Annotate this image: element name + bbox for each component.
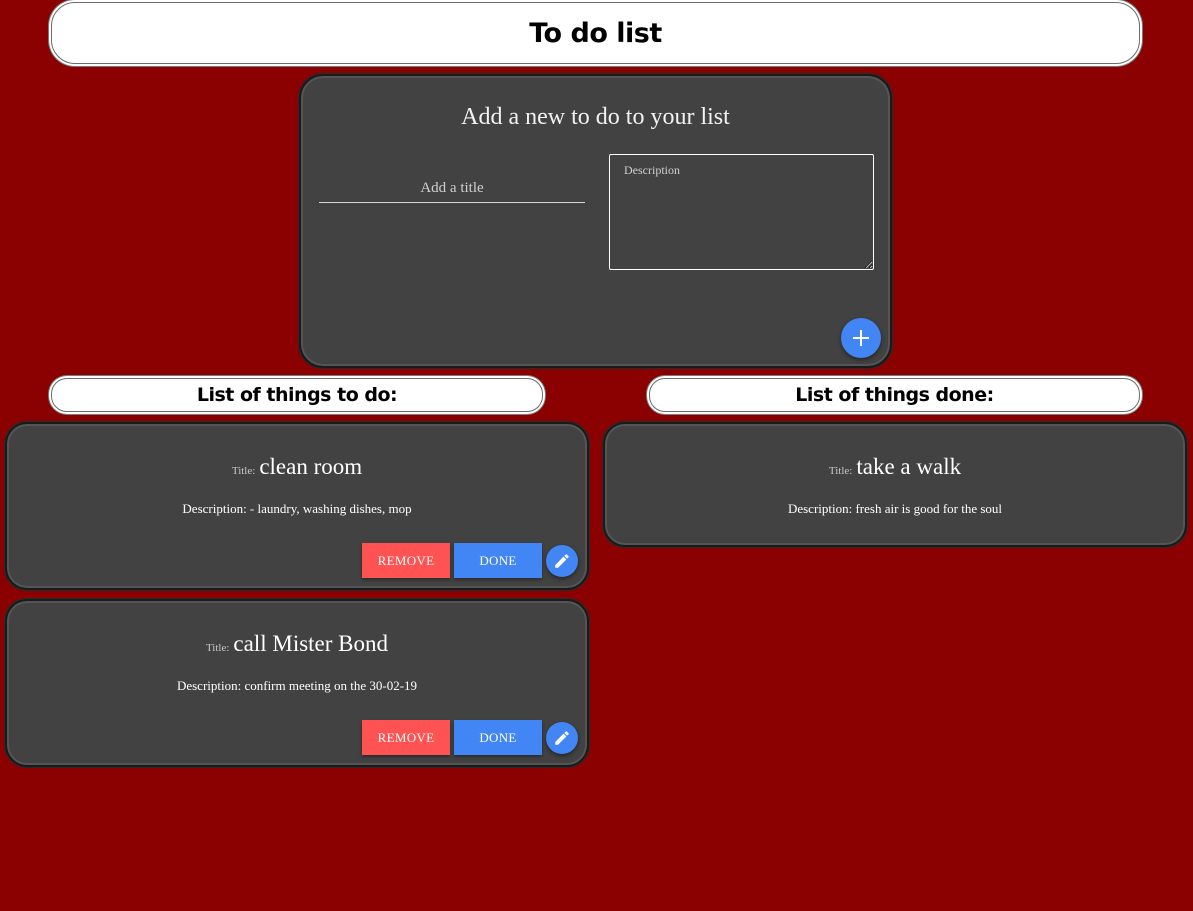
todo-title: clean room <box>259 454 363 479</box>
done-description: Description: fresh air is good for the s… <box>787 501 1003 516</box>
pencil-icon <box>555 731 569 745</box>
todo-list-header: List of things to do: <box>51 378 543 412</box>
todo-description: Description: - laundry, washing dishes, … <box>182 501 412 516</box>
done-title-line: Title: take a walk <box>605 454 1185 480</box>
done-button[interactable]: DONE <box>454 720 542 755</box>
add-todo-heading: Add a new to do to your list <box>461 104 730 130</box>
add-todo-card: Add a new to do to your list <box>299 74 892 368</box>
todo-title-line: Title: call Mister Bond <box>7 631 587 657</box>
remove-button[interactable]: REMOVE <box>362 720 450 755</box>
add-todo-button[interactable] <box>841 318 881 358</box>
plus-icon <box>853 330 869 346</box>
todo-title: call Mister Bond <box>233 631 389 656</box>
done-item: Title: take a walk Description: fresh ai… <box>603 422 1187 547</box>
app-title: To do list <box>51 2 1140 64</box>
todo-description: Description: confirm meeting on the 30-0… <box>176 678 418 693</box>
description-textarea[interactable] <box>609 154 874 270</box>
title-input[interactable] <box>319 174 585 203</box>
done-title: take a walk <box>856 454 962 479</box>
edit-button[interactable] <box>546 722 578 754</box>
pencil-icon <box>555 554 569 568</box>
todo-title-line: Title: clean room <box>7 454 587 480</box>
done-button[interactable]: DONE <box>454 543 542 578</box>
remove-button[interactable]: REMOVE <box>362 543 450 578</box>
todo-item: Title: call Mister Bond Description: con… <box>5 599 589 767</box>
title-label: Title: <box>205 642 230 654</box>
title-label: Title: <box>231 465 256 477</box>
done-list-header: List of things done: <box>649 378 1140 412</box>
edit-button[interactable] <box>546 545 578 577</box>
title-label: Title: <box>828 465 853 477</box>
todo-item: Title: clean room Description: - laundry… <box>5 422 589 590</box>
